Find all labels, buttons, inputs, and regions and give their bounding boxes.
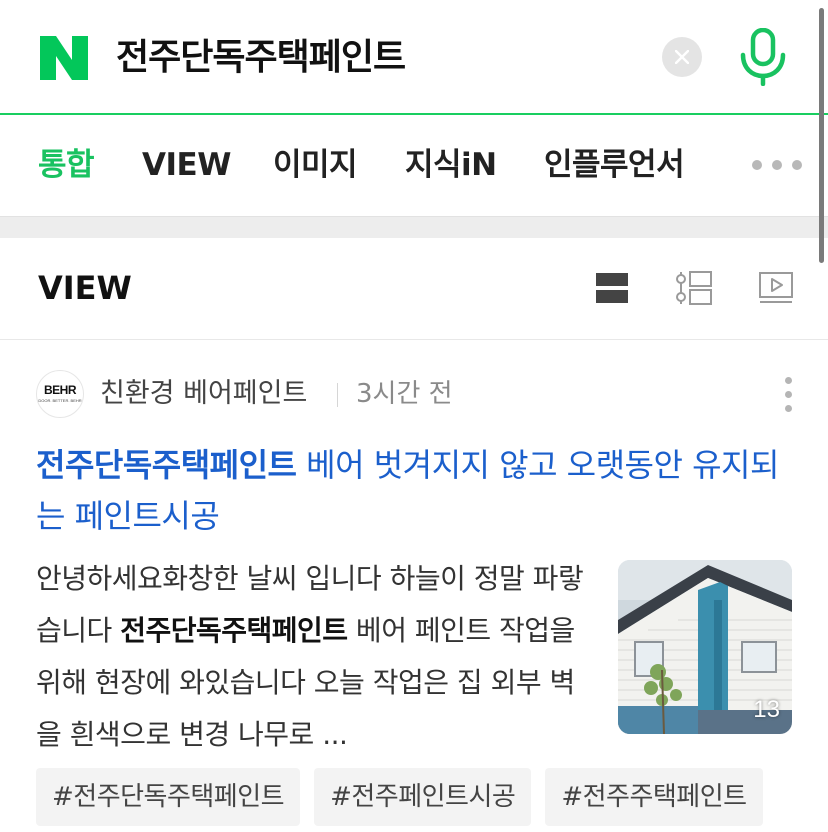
author-name[interactable]: 친환경 베어페인트 [100,377,307,411]
search-tabs: 통합 VIEW 이미지 지식iN 인플루언서 [0,117,828,216]
image-count-badge: 13 [753,696,780,723]
search-bar: 전주단독주택페인트 [0,0,828,115]
scrollbar[interactable] [819,8,824,263]
section-divider [0,216,828,238]
avatar[interactable]: BEHR DOOR. BETTER. BEHR [36,370,84,418]
video-view-icon[interactable] [758,270,794,306]
more-options-icon[interactable] [778,375,798,415]
meta-divider [337,383,338,407]
more-tabs-icon[interactable] [752,160,806,172]
hashtag-list: #전주단독주택페인트 #전주페인트시공 #전주주택페인트 [36,768,828,826]
tab-images[interactable]: 이미지 [273,145,358,185]
post-thumbnail[interactable]: 13 [618,560,792,734]
post-snippet[interactable]: 안녕하세요화창한 날씨 입니다 하늘이 정말 파랗습니다 전주단독주택페인트 베… [36,553,588,761]
tab-integrated[interactable]: 통합 [38,145,95,185]
avatar-logo-subtext: DOOR. BETTER. BEHR [38,398,82,403]
hashtag-chip[interactable]: #전주단독주택페인트 [36,768,301,826]
hashtag-chip[interactable]: #전주페인트시공 [314,768,532,826]
tab-influencer[interactable]: 인플루언서 [544,145,685,185]
view-section-header: VIEW [0,238,828,340]
naver-logo[interactable] [40,36,88,80]
post-title-link[interactable]: 전주단독주택페인트 베어 벗겨지지 않고 오랫동안 유지되는 페인트시공 [36,440,796,542]
avatar-logo-text: BEHR [43,383,77,397]
list-view-icon[interactable] [594,270,630,306]
hashtag-chip[interactable]: #전주주택페인트 [545,768,763,826]
snippet-keyword: 전주단독주택페인트 [120,614,348,647]
tab-view[interactable]: VIEW [142,145,231,185]
section-title: VIEW [38,269,132,307]
tab-knowledge-in[interactable]: 지식iN [405,145,497,185]
microphone-icon [740,27,786,87]
clear-search-button[interactable] [662,37,702,77]
close-icon [675,50,689,64]
post-time: 3시간 전 [356,379,453,409]
timeline-view-icon[interactable] [675,270,712,306]
title-keyword: 전주단독주택페인트 [36,446,297,484]
search-input[interactable]: 전주단독주택페인트 [116,30,406,86]
voice-search-button[interactable] [738,27,788,87]
view-post-card[interactable]: BEHR DOOR. BETTER. BEHR 친환경 베어페인트 3시간 전 … [0,341,828,832]
